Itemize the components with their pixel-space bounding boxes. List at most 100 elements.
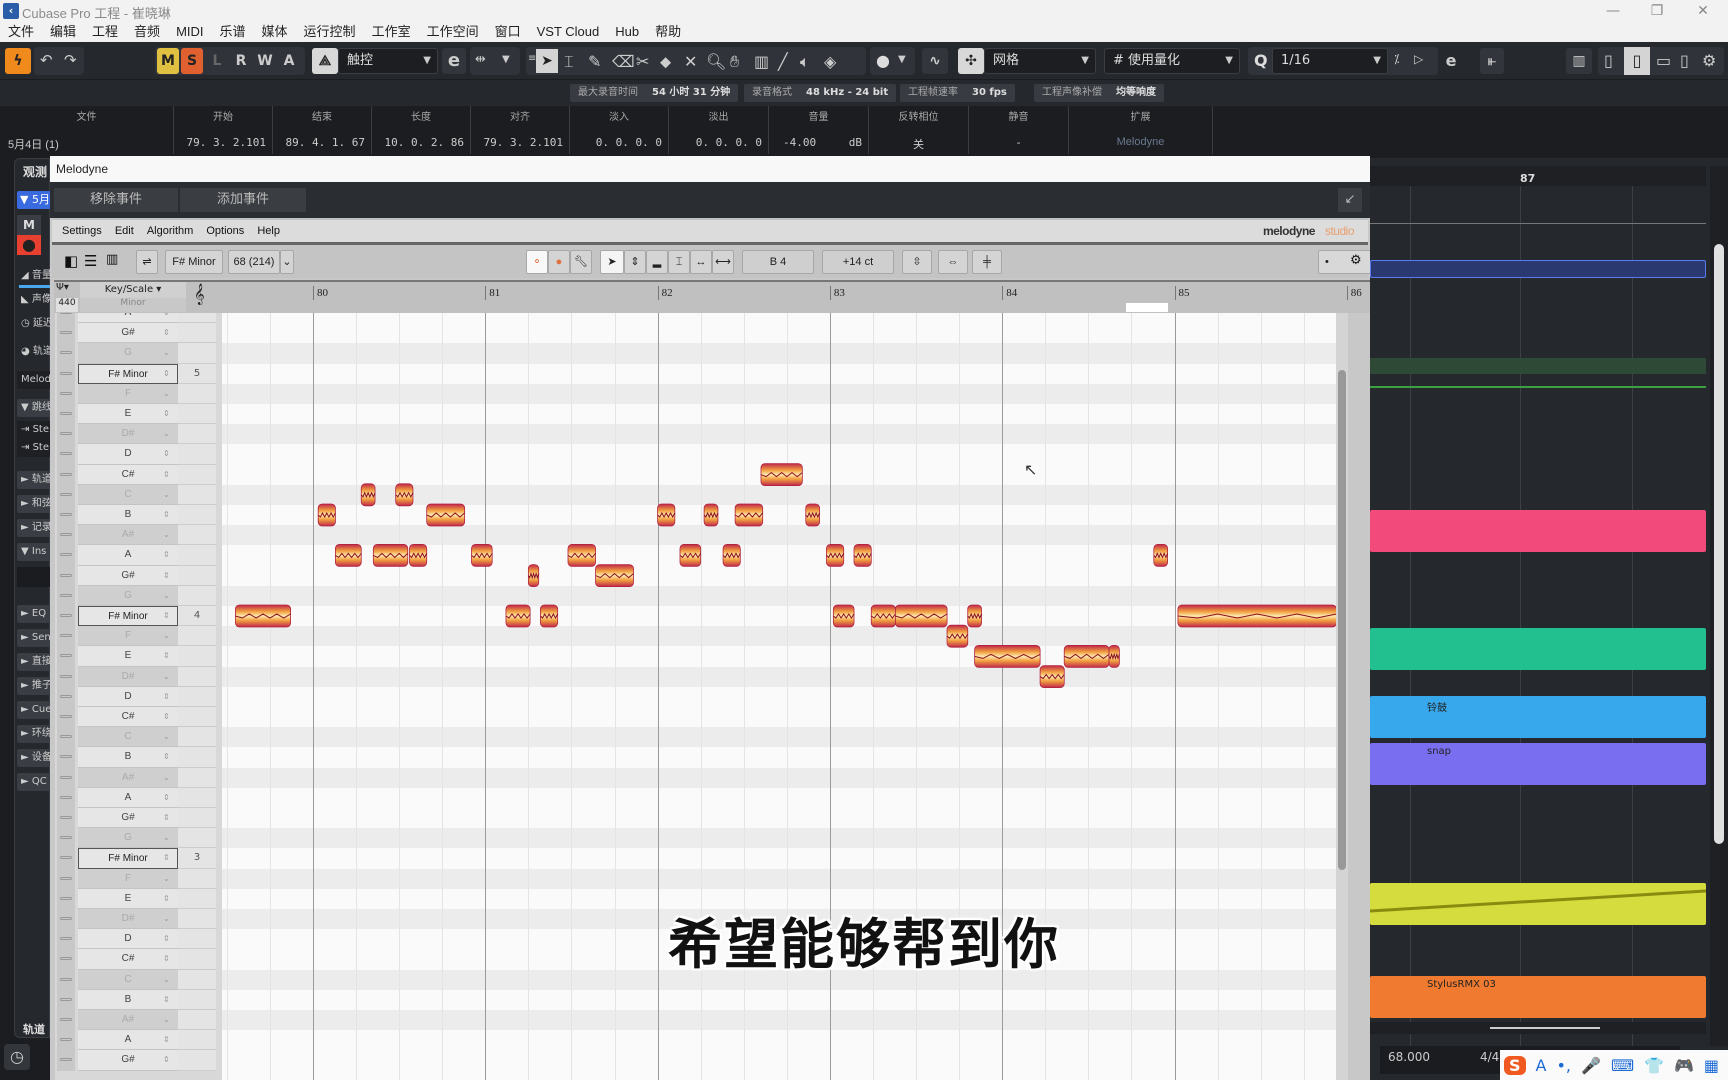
menu-audio[interactable]: 音频 bbox=[126, 22, 168, 42]
spinner-icon[interactable]: ⇕ bbox=[163, 505, 170, 525]
ime-punct-icon[interactable]: •, bbox=[1556, 1056, 1571, 1075]
spinner-icon[interactable]: ⇕ bbox=[163, 687, 170, 707]
write-button[interactable]: W bbox=[255, 48, 275, 74]
inspector-cue[interactable]: ► Cue bbox=[17, 701, 51, 719]
pitch-handle[interactable] bbox=[57, 343, 75, 364]
spinner-icon[interactable]: ⇕ bbox=[163, 747, 170, 767]
spinner-icon[interactable]: ⌄ bbox=[163, 727, 170, 747]
key-row[interactable]: E ⇕ bbox=[55, 646, 225, 667]
event-invert-phase[interactable]: 反转相位关 bbox=[869, 106, 969, 154]
inspector-volume[interactable]: ◢ 音量 bbox=[17, 267, 51, 285]
key-row[interactable]: C# ⇕ bbox=[55, 707, 225, 728]
spectrum-toggle-icon[interactable]: ▥ bbox=[106, 252, 118, 267]
event-volume[interactable]: 音量 -4.00 dB bbox=[769, 106, 869, 154]
menu-transport[interactable]: 运行控制 bbox=[296, 22, 364, 42]
pitch-handle[interactable] bbox=[57, 1030, 75, 1051]
record-enable-button[interactable]: ● bbox=[17, 235, 41, 255]
note-blob[interactable] bbox=[760, 463, 803, 487]
scale-select[interactable]: F# Minor bbox=[165, 250, 223, 274]
read-button[interactable]: R bbox=[231, 48, 251, 74]
automation-mode-select[interactable]: 触控 ▼ bbox=[338, 48, 438, 74]
playhead-range[interactable] bbox=[1126, 303, 1168, 312]
comp-tool-icon[interactable]: ▥ bbox=[754, 52, 769, 71]
insert-slot[interactable] bbox=[17, 567, 51, 587]
key-row[interactable]: A# ⌄ bbox=[55, 1010, 225, 1031]
inspector-direct-routing[interactable]: ► 直接 bbox=[17, 653, 51, 671]
note-blob[interactable] bbox=[826, 543, 845, 567]
amplitude-tool-icon[interactable]: ▂ bbox=[646, 250, 668, 274]
ime-lang-icon[interactable]: A bbox=[1536, 1056, 1547, 1075]
e-icon[interactable]: e bbox=[442, 48, 466, 74]
speaker-tool-icon[interactable]: 🔈︎ bbox=[800, 52, 810, 72]
undo-icon[interactable]: ↶ bbox=[40, 51, 53, 69]
clock-icon[interactable]: ◷ bbox=[4, 1044, 30, 1070]
note-blob[interactable] bbox=[426, 503, 466, 527]
note-blob[interactable] bbox=[870, 604, 896, 628]
snap-type-select[interactable]: 网格 ▼ bbox=[984, 48, 1096, 74]
sogou-logo-icon[interactable]: S bbox=[1504, 1055, 1526, 1075]
pitch-handle[interactable] bbox=[57, 363, 75, 384]
inspector-notepad[interactable]: ► 记录 bbox=[17, 519, 51, 537]
note-blob[interactable] bbox=[722, 543, 741, 567]
pitch-handle[interactable] bbox=[57, 686, 75, 707]
spinner-icon[interactable]: ⌄ bbox=[163, 768, 170, 788]
ime-keyboard-icon[interactable]: ⌨ bbox=[1611, 1056, 1634, 1075]
blob-view-icon[interactable]: ⚬ bbox=[526, 250, 548, 274]
key-row[interactable]: A# ⌄ bbox=[55, 525, 225, 546]
key-row[interactable]: F# Minor ⇕ 4 bbox=[55, 606, 225, 627]
key-row[interactable]: G# ⇕ bbox=[55, 1050, 225, 1071]
tempo-dropdown[interactable]: ⌄ bbox=[280, 250, 294, 274]
midi-part-green[interactable] bbox=[1370, 628, 1706, 670]
pitch-handle[interactable] bbox=[57, 484, 75, 505]
spinner-icon[interactable]: ⇕ bbox=[163, 545, 170, 565]
track-name-tab[interactable]: ▼ 5月 bbox=[17, 191, 51, 209]
e-icon[interactable]: e bbox=[1440, 48, 1462, 74]
menu-midi[interactable]: MIDI bbox=[168, 22, 211, 42]
note-blob[interactable] bbox=[505, 604, 531, 628]
pitch-handle[interactable] bbox=[57, 868, 75, 889]
pitch-handle[interactable] bbox=[57, 646, 75, 667]
note-blob[interactable] bbox=[567, 543, 596, 567]
key-row[interactable]: D ⇕ bbox=[55, 444, 225, 465]
spinner-icon[interactable]: ⇕ bbox=[163, 646, 170, 666]
pitch-tool-icon[interactable]: ⇕ bbox=[624, 250, 646, 274]
left-zone-icon[interactable]: ▯ bbox=[1604, 51, 1613, 70]
hand-tool-icon[interactable]: ✋︎ bbox=[730, 52, 739, 72]
snap-toggle-icon[interactable]: ✣ bbox=[958, 48, 984, 74]
key-row[interactable]: A⇕ bbox=[55, 545, 225, 566]
spinner-icon[interactable]: ⌄ bbox=[163, 869, 170, 889]
pitch-center-icon[interactable]: ⇳ bbox=[902, 250, 932, 274]
spinner-icon[interactable]: ⌄ bbox=[163, 485, 170, 505]
key-row[interactable]: F# Minor ⇕ 3 bbox=[55, 848, 225, 869]
event-snap[interactable]: 对齐 79. 3. 2.101 bbox=[471, 106, 570, 154]
key-row[interactable]: B ⇕ bbox=[55, 505, 225, 526]
time-quantize-icon[interactable]: ⇔ bbox=[938, 250, 968, 274]
key-row[interactable]: C# ⇕ bbox=[55, 464, 225, 485]
note-blob[interactable] bbox=[974, 644, 1041, 668]
grid-type-select[interactable]: # 使用量化 ▼ bbox=[1104, 48, 1240, 74]
key-row[interactable]: F ⌄ bbox=[55, 626, 225, 647]
pitch-handle[interactable] bbox=[57, 707, 75, 728]
spinner-icon[interactable]: ⇕ bbox=[163, 1030, 170, 1050]
spinner-icon[interactable]: ⇕ bbox=[163, 404, 170, 424]
constrain-icon[interactable]: ⇹ bbox=[475, 52, 486, 67]
key-row[interactable]: F ⌄ bbox=[55, 868, 225, 889]
key-row[interactable]: A⇕ bbox=[55, 1030, 225, 1051]
pitch-handle[interactable] bbox=[57, 1010, 75, 1031]
pitch-handle[interactable] bbox=[57, 787, 75, 808]
event-start[interactable]: 开始 79. 3. 2.101 bbox=[174, 106, 273, 154]
range-tool-icon[interactable]: ⌶ bbox=[564, 52, 574, 72]
note-blob[interactable] bbox=[679, 543, 702, 567]
spinner-icon[interactable]: ⌄ bbox=[163, 1010, 170, 1030]
pitch-handle[interactable] bbox=[57, 464, 75, 485]
note-blob[interactable] bbox=[657, 503, 676, 527]
mixer-toggle-icon[interactable]: ☰ bbox=[84, 252, 97, 270]
key-row[interactable]: G ⌄ bbox=[55, 585, 225, 606]
ime-skin-icon[interactable]: 👕 bbox=[1644, 1056, 1664, 1075]
treble-clef-icon[interactable]: 𝄞 bbox=[194, 284, 205, 305]
auto-button[interactable]: A bbox=[279, 48, 299, 74]
midi-part-pink[interactable] bbox=[1370, 510, 1706, 552]
event-mute[interactable]: 静音 - bbox=[969, 106, 1069, 154]
inspector-track-versions[interactable]: ► 轨道 bbox=[17, 471, 51, 489]
pitch-quantize-icon[interactable]: ╪ bbox=[972, 250, 1002, 274]
